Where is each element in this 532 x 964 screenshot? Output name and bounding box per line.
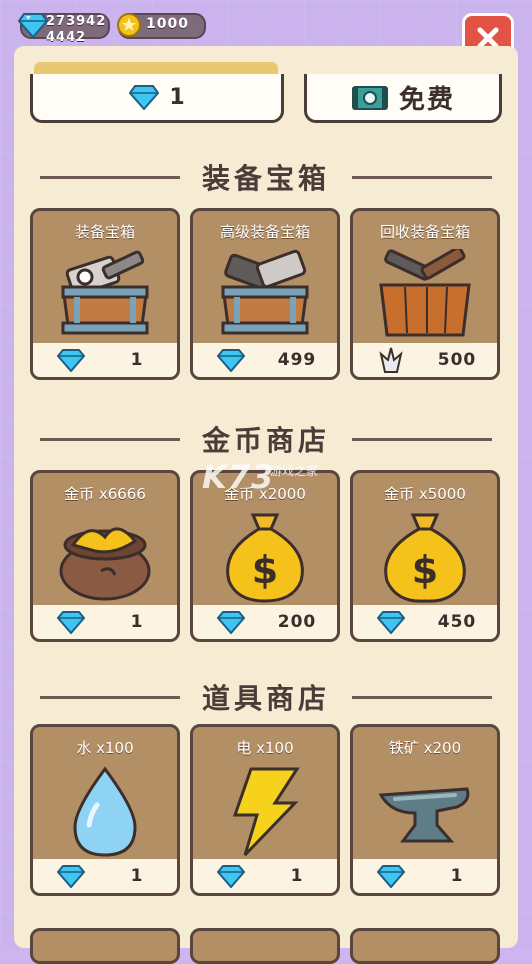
video-reel-icon <box>351 86 388 110</box>
recycle-chest-icon <box>379 249 471 337</box>
card-label: 金币 x5000 <box>384 485 466 503</box>
watermark-logo: K73 游戏之家 <box>202 458 319 496</box>
card-label: 回收装备宝箱 <box>379 223 470 241</box>
card-price: 500 <box>353 343 497 377</box>
equipment-chest-icon <box>61 250 149 335</box>
free-label: 免费 <box>398 84 455 115</box>
card-label: 铁矿 x200 <box>388 739 462 757</box>
card-label: 金币 x6666 <box>64 485 146 503</box>
shop-card-partial[interactable] <box>350 928 500 964</box>
advanced-chest-icon <box>221 249 309 335</box>
shop-card-water[interactable]: 水 x100 1 <box>30 724 180 896</box>
card-price-value: 1 <box>290 866 304 886</box>
svg-text:$: $ <box>252 548 278 592</box>
coin-sack-open-icon <box>59 527 151 601</box>
gem-purchase-price: 1 <box>169 84 185 110</box>
free-video-button[interactable]: 免费 <box>304 74 502 123</box>
section-header-item-shop: 道具商店 <box>40 677 493 717</box>
card-price: 1 <box>33 343 177 377</box>
shop-card-advanced-chest[interactable]: 高级装备宝箱 499 <box>190 208 340 380</box>
anvil-icon <box>378 787 470 843</box>
card-price-value: 500 <box>437 350 477 370</box>
coin-count: 1000 <box>146 16 189 32</box>
diamond-icon <box>217 349 245 372</box>
card-price: 1 <box>353 859 497 893</box>
money-bag-icon: $ <box>226 513 304 603</box>
diamond-icon <box>217 865 245 888</box>
card-label: 高级装备宝箱 <box>219 223 310 241</box>
shop-card-partial[interactable] <box>190 928 340 964</box>
card-label: 水 x100 <box>76 739 134 757</box>
section-header-coin-shop: 金币商店 <box>40 419 493 459</box>
card-price-value: 1 <box>130 350 144 370</box>
section-title: 道具商店 <box>202 682 331 715</box>
gem-purchase-button[interactable]: 1 <box>30 74 284 123</box>
svg-text:$: $ <box>412 548 438 592</box>
shop-card-recycle-chest[interactable]: 回收装备宝箱 500 <box>350 208 500 380</box>
diamond-icon <box>57 611 85 634</box>
card-price-value: 450 <box>437 612 477 632</box>
gem-count-line2: 4442 <box>46 30 87 45</box>
diamond-icon <box>377 611 405 634</box>
shop-card-coins-5000[interactable]: 金币 x5000 $ 450 <box>350 470 500 642</box>
shop-card-electricity[interactable]: 电 x100 1 <box>190 724 340 896</box>
diamond-icon <box>129 85 160 110</box>
card-label: 装备宝箱 <box>74 223 135 241</box>
section-title: 装备宝箱 <box>202 162 331 195</box>
money-bag-icon: $ <box>384 513 466 603</box>
gem-count-line1: 273942 <box>46 14 107 29</box>
card-price-value: 200 <box>277 612 317 632</box>
card-price-value: 1 <box>130 612 144 632</box>
shop-screen: 273942 4442 1000 1 免费 装备宝箱 装备宝箱 1 高级装备宝箱… <box>0 0 532 964</box>
diamond-icon <box>57 865 85 888</box>
shop-card-equipment-chest[interactable]: 装备宝箱 1 <box>30 208 180 380</box>
crystal-icon <box>379 347 403 373</box>
diamond-icon <box>217 611 245 634</box>
banner-art-strip <box>34 62 278 74</box>
card-price: 450 <box>353 605 497 639</box>
card-price-value: 1 <box>130 866 144 886</box>
card-price: 200 <box>193 605 337 639</box>
water-drop-icon <box>73 766 137 857</box>
card-price-value: 1 <box>450 866 464 886</box>
shop-card-iron-ore[interactable]: 铁矿 x200 1 <box>350 724 500 896</box>
card-price: 1 <box>33 605 177 639</box>
card-price: 1 <box>33 859 177 893</box>
shop-card-coins-6666[interactable]: 金币 x6666 1 <box>30 470 180 642</box>
card-price: 1 <box>193 859 337 893</box>
section-header-equipment: 装备宝箱 <box>40 157 493 197</box>
diamond-icon <box>18 13 48 38</box>
card-price-value: 499 <box>277 350 317 370</box>
diamond-icon <box>377 865 405 888</box>
shop-card-partial[interactable] <box>30 928 180 964</box>
lightning-icon <box>232 767 300 857</box>
card-price: 499 <box>193 343 337 377</box>
coin-icon <box>117 13 141 37</box>
section-title: 金币商店 <box>202 424 331 457</box>
diamond-icon <box>57 349 85 372</box>
card-label: 电 x100 <box>236 739 294 757</box>
